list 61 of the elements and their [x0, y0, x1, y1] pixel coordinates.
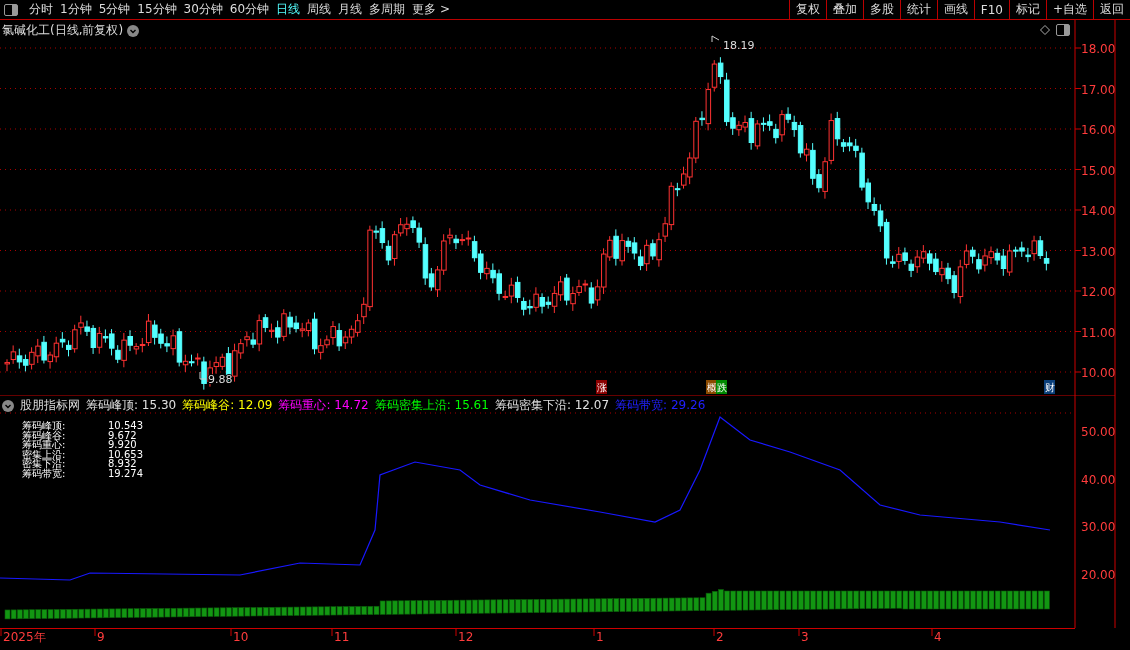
legend-label: 筹码带宽:: [22, 468, 67, 478]
legend-label: 密集上沿:: [22, 449, 67, 459]
indicator-reading: 筹码峰谷: 12.09: [182, 397, 273, 414]
indicator-reading: 筹码峰顶: 15.30: [86, 397, 177, 414]
price-axis-label: 16.00: [1081, 123, 1116, 137]
price-axis-label: 18.00: [1081, 42, 1116, 56]
price-axis-label: 15.00: [1081, 163, 1116, 178]
price-axis-label: 14.00: [1081, 204, 1116, 218]
diamond-icon[interactable]: [1040, 25, 1050, 35]
legend-value: 10.543: [108, 421, 143, 431]
high-price-label: 18.19: [711, 35, 755, 52]
legend-value: 9.672: [108, 430, 137, 440]
price-axis-label: 10.00: [1081, 366, 1116, 380]
date-axis-label: 9: [97, 630, 105, 644]
indicator-reading: 筹码重心: 14.72: [278, 397, 369, 414]
date-axis-label: 2: [716, 630, 724, 644]
indicator-axis-label: 30.00: [1081, 520, 1116, 535]
event-marker[interactable]: 财: [1044, 380, 1055, 394]
date-axis-label: 2025年: [3, 630, 46, 644]
period-tab[interactable]: 1分钟: [60, 1, 92, 18]
chart-title: 氯碱化工(日线,前复权): [2, 22, 124, 39]
period-tab[interactable]: 周线: [307, 1, 332, 18]
indicator-reading: 筹码密集上沿: 15.61: [374, 397, 489, 414]
indicator-reading: 筹码密集下沿: 12.07: [494, 397, 610, 414]
price-axis-label: 12.00: [1081, 285, 1116, 299]
chevron-down-icon[interactable]: [2, 399, 14, 412]
period-tab[interactable]: 日线: [276, 1, 301, 18]
event-marker[interactable]: 涨: [596, 380, 607, 394]
price-axis-label: 11.00: [1081, 325, 1116, 340]
indicator-name: 股朋指标网: [20, 397, 80, 414]
legend-value: 19.274: [108, 468, 143, 478]
legend-value: 8.932: [108, 459, 137, 469]
legend-label: 筹码峰顶:: [22, 421, 67, 431]
price-axis-label: 13.00: [1081, 244, 1116, 259]
legend-value: 9.920: [108, 440, 137, 450]
period-tab[interactable]: 多周期: [369, 1, 406, 18]
indicator-axis-label: 40.00: [1081, 472, 1116, 487]
date-axis-label: 10: [233, 630, 249, 644]
period-tab[interactable]: 60分钟: [229, 1, 270, 18]
date-axis-label: 3: [801, 630, 809, 644]
date-axis-label: 12: [458, 630, 474, 644]
indicator-axis-label: 50.00: [1081, 425, 1116, 439]
period-tab[interactable]: 更多 >: [412, 1, 450, 18]
period-tab[interactable]: 15分钟: [137, 1, 177, 18]
period-tab[interactable]: 分时: [29, 1, 53, 18]
period-tab[interactable]: 30分钟: [183, 1, 223, 18]
period-tab[interactable]: 5分钟: [98, 1, 131, 18]
indicator-reading: 筹码带宽: 29.26: [615, 397, 706, 414]
date-axis-label: 4: [934, 630, 942, 644]
legend-value: 10.653: [108, 449, 143, 459]
period-tab[interactable]: 月线: [338, 1, 363, 18]
chevron-down-icon[interactable]: [127, 24, 140, 37]
legend-label: 筹码重心:: [22, 440, 67, 450]
indicator-axis-label: 20.00: [1081, 568, 1116, 583]
panel-toggle-icon[interactable]: [4, 3, 18, 16]
date-axis-label: 1: [596, 630, 604, 644]
date-axis-label: 11: [334, 630, 350, 644]
price-axis-label: 17.00: [1081, 82, 1116, 97]
legend-label: 筹码峰谷:: [22, 430, 67, 440]
legend-label: 密集下沿:: [22, 459, 67, 469]
panel-toggle-icon[interactable]: [1056, 24, 1070, 36]
